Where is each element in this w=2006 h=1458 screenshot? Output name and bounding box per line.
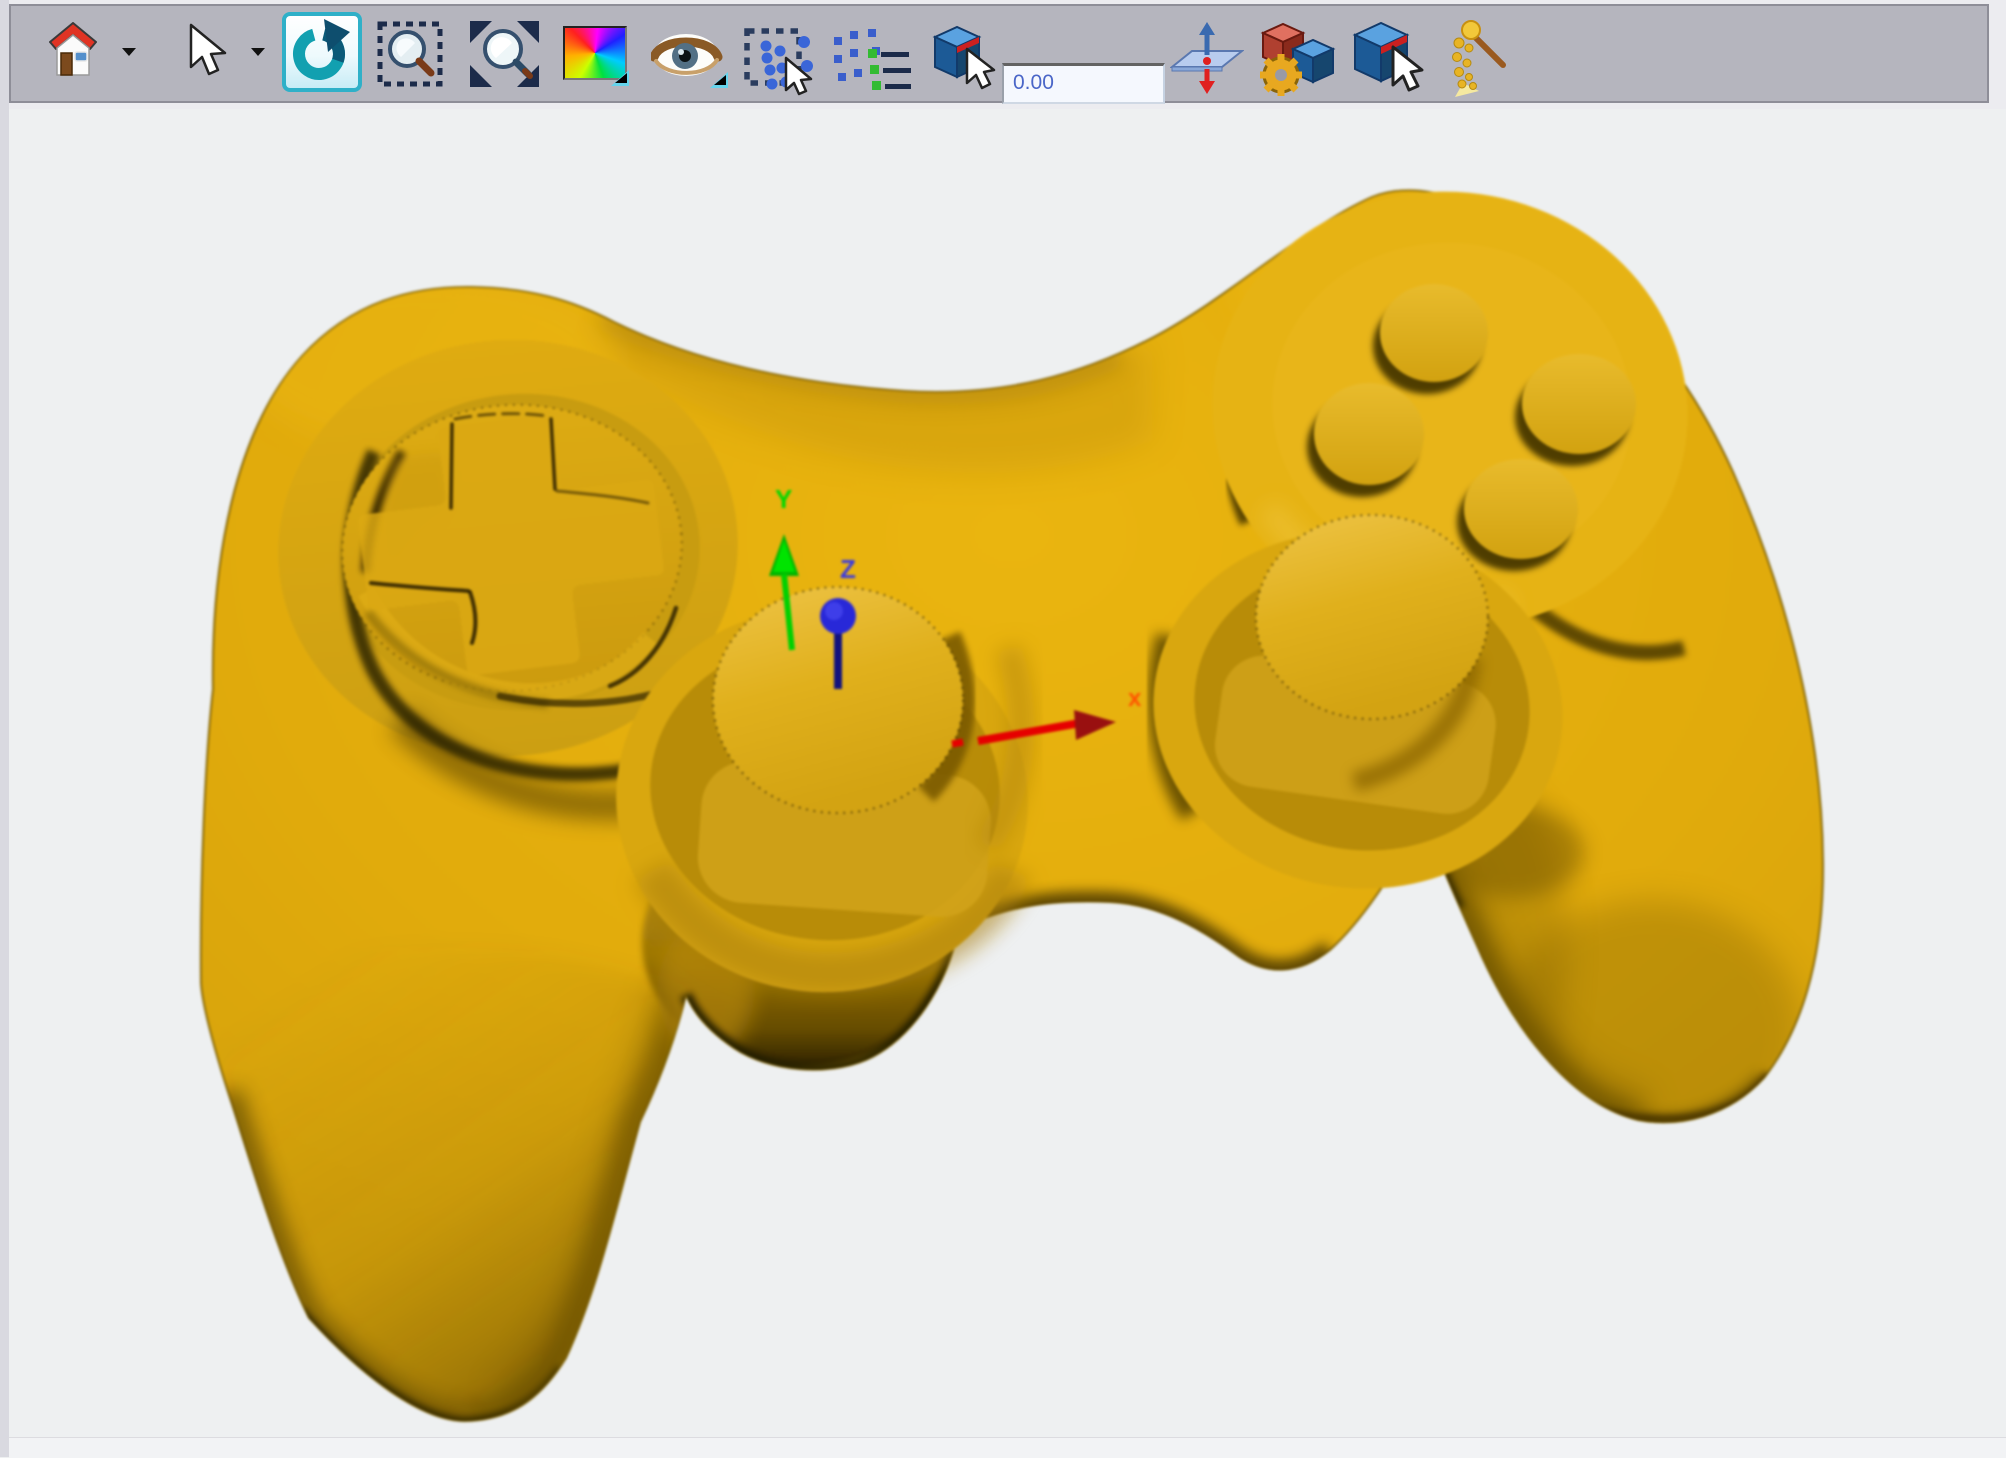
svg-text:x: x: [1128, 685, 1142, 712]
svg-text:Y: Y: [775, 484, 792, 514]
svg-text:Z: Z: [840, 554, 856, 584]
